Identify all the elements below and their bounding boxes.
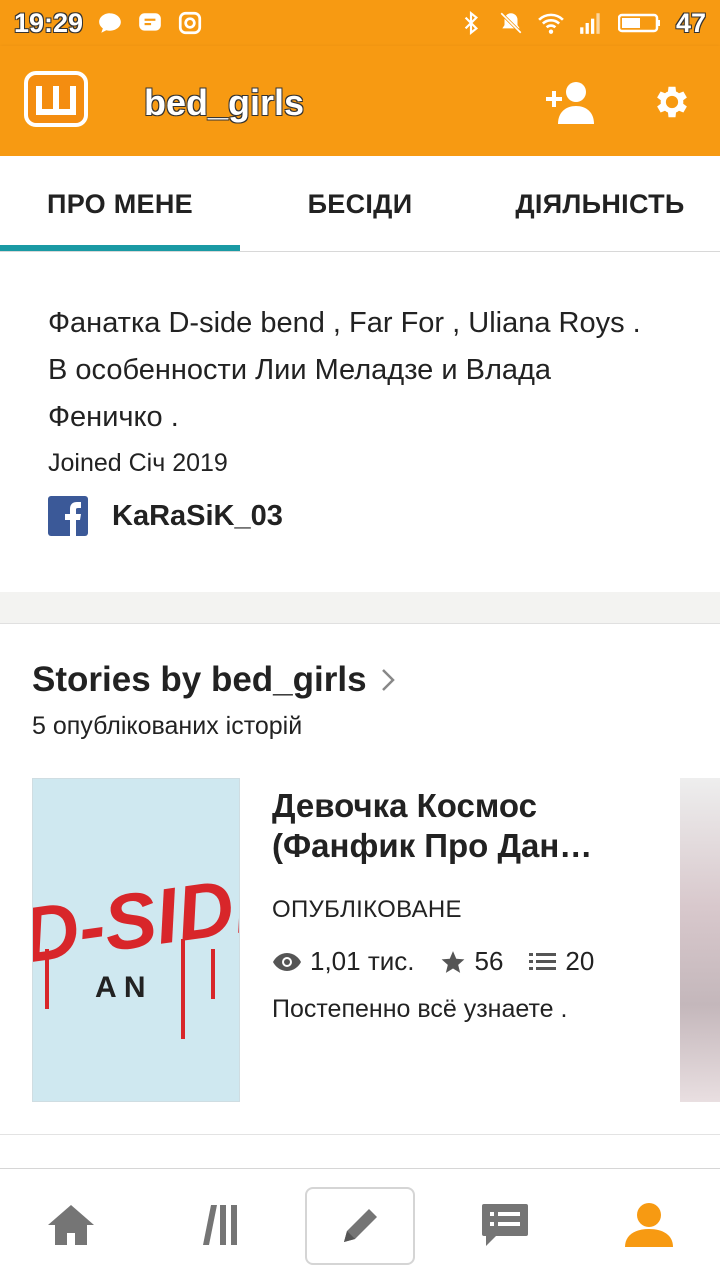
status-bar-left: 19:29 bbox=[14, 8, 203, 39]
write-icon bbox=[344, 1209, 377, 1242]
tab-conversations[interactable]: БЕСІДИ bbox=[240, 156, 480, 252]
profile-bio: Фанатка D-side bend , Far For , Uliana R… bbox=[48, 307, 641, 433]
battery-icon bbox=[617, 10, 662, 36]
active-tab-indicator bbox=[0, 245, 240, 251]
add-user-icon bbox=[546, 82, 594, 124]
facebook-link[interactable]: KaRaSiK_03 bbox=[48, 496, 648, 536]
gear-icon bbox=[657, 86, 687, 118]
story-description: Постепенно всё узнаете . bbox=[272, 995, 568, 1023]
nav-write[interactable] bbox=[305, 1187, 415, 1265]
home-icon bbox=[48, 1205, 94, 1245]
tab-activity[interactable]: ДІЯЛЬНІСТЬ bbox=[480, 156, 720, 252]
nav-home[interactable] bbox=[16, 1169, 126, 1280]
status-bar-right: 47 bbox=[458, 8, 706, 39]
chat-bubble-icon bbox=[97, 10, 123, 36]
story-title: Девочка Космос (Фанфик Про Дан… bbox=[272, 787, 593, 864]
story-card[interactable]: Девочка Космос (Фанфик Про Дан… ОПУБЛІКО… bbox=[272, 786, 662, 1024]
joined-date: Joined Січ 2019 bbox=[48, 449, 228, 477]
mute-icon bbox=[498, 10, 524, 36]
stories-count: 5 опублікованих історій bbox=[32, 712, 303, 740]
nav-profile[interactable] bbox=[594, 1169, 704, 1280]
stories-title: Stories by bed_girls bbox=[32, 660, 367, 699]
story-stats: 1,01 тис. 56 20 bbox=[272, 946, 662, 977]
facebook-username: KaRaSiK_03 bbox=[112, 499, 283, 532]
stories-header[interactable]: Stories by bed_girls bbox=[32, 660, 395, 700]
wifi-icon bbox=[538, 10, 564, 36]
bluetooth-icon bbox=[458, 10, 484, 36]
signal-icon bbox=[578, 10, 604, 36]
profile-icon bbox=[625, 1203, 673, 1247]
add-user-button[interactable] bbox=[544, 74, 600, 130]
reads-count: 1,01 тис. bbox=[310, 946, 415, 976]
parts-count: 20 bbox=[565, 946, 595, 976]
bottom-navigation bbox=[0, 1168, 720, 1280]
parts-stat: 20 bbox=[529, 946, 594, 977]
next-story-cover[interactable] bbox=[680, 778, 720, 1102]
reads-stat: 1,01 тис. bbox=[272, 946, 414, 977]
tab-about-label: ПРО МЕНЕ bbox=[47, 188, 193, 219]
battery-level: 47 bbox=[675, 7, 706, 38]
status-time: 19:29 bbox=[14, 7, 84, 38]
profile-username: bed_girls bbox=[144, 82, 305, 123]
wattpad-logo[interactable] bbox=[24, 71, 88, 127]
library-icon bbox=[203, 1205, 237, 1245]
profile-tabs: ПРО МЕНЕ БЕСІДИ ДІЯЛЬНІСТЬ bbox=[0, 156, 720, 252]
settings-button[interactable] bbox=[644, 74, 700, 130]
tab-conversations-label: БЕСІДИ bbox=[307, 188, 413, 219]
list-icon bbox=[529, 952, 557, 970]
app-bar: bed_girls bbox=[0, 46, 720, 156]
section-separator bbox=[0, 1134, 720, 1135]
votes-count: 56 bbox=[474, 946, 504, 976]
nav-messages[interactable] bbox=[450, 1169, 560, 1280]
facebook-icon bbox=[48, 496, 88, 536]
section-divider bbox=[0, 592, 720, 624]
cover-subtitle-text: A N bbox=[95, 971, 146, 1004]
story-cover[interactable]: D-SIDE A N bbox=[32, 778, 240, 1102]
nav-library[interactable] bbox=[162, 1169, 272, 1280]
tab-about[interactable]: ПРО МЕНЕ bbox=[0, 156, 240, 252]
about-section: Фанатка D-side bend , Far For , Uliana R… bbox=[48, 300, 648, 536]
messages-icon bbox=[482, 1204, 528, 1246]
star-icon bbox=[442, 950, 465, 973]
message-icon bbox=[137, 10, 163, 36]
eye-icon bbox=[273, 952, 301, 971]
tab-activity-label: ДІЯЛЬНІСТЬ bbox=[515, 188, 685, 219]
instagram-icon bbox=[177, 10, 203, 36]
status-bar: 19:29 47 bbox=[0, 0, 720, 46]
story-cover-art: D-SIDE A N bbox=[33, 779, 239, 1101]
story-status: ОПУБЛІКОВАНЕ bbox=[272, 896, 462, 923]
chevron-right-icon bbox=[381, 669, 395, 691]
votes-stat: 56 bbox=[440, 946, 503, 977]
